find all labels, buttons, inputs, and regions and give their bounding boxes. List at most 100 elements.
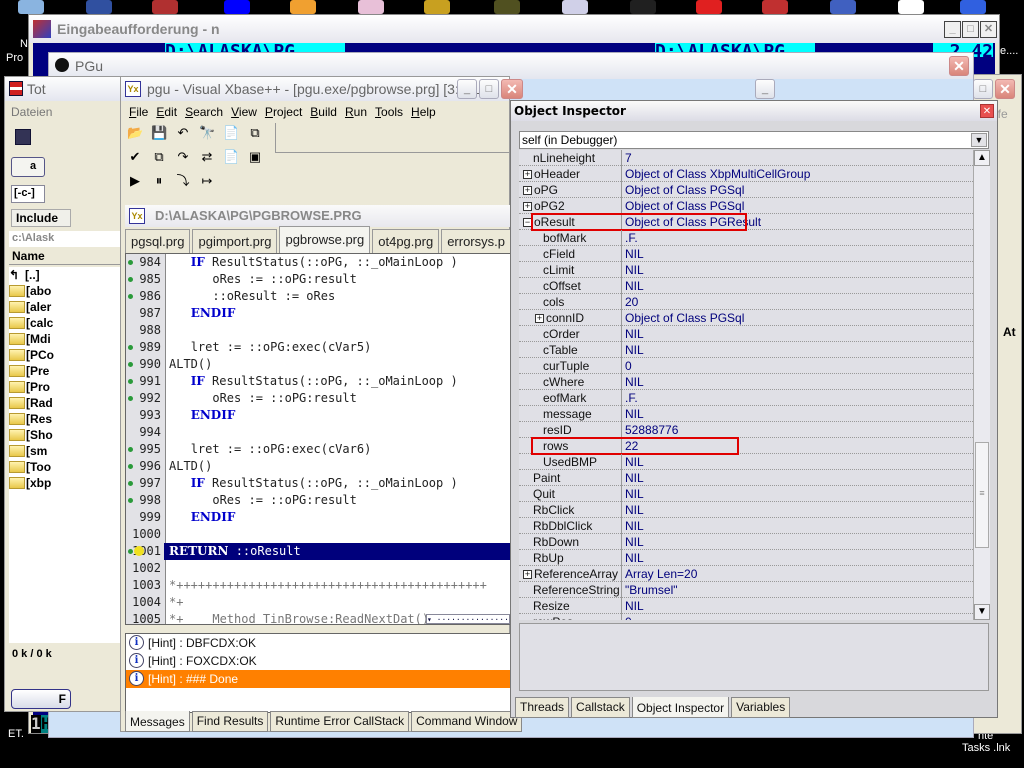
save-all-icon[interactable]: ⧉ [151, 149, 167, 165]
cmd-title-bar[interactable]: Eingabeaufforderung - n _ □ ✕ [29, 15, 999, 43]
breakpoint-marker-icon[interactable] [128, 260, 133, 265]
function-button[interactable]: F [11, 689, 71, 709]
menu-file[interactable]: File [129, 105, 148, 119]
pages-icon[interactable]: ⧉ [247, 125, 263, 141]
refresh-icon[interactable] [15, 129, 31, 145]
undo-icon[interactable]: ↶ [175, 125, 191, 141]
breakpoint-marker-icon[interactable] [128, 294, 133, 299]
tab-pgbrowse-prg[interactable]: pgbrowse.prg [279, 226, 371, 253]
step-over-icon[interactable]: ↦ [199, 173, 215, 189]
breakpoint-marker-icon[interactable] [128, 549, 133, 554]
property-row[interactable]: nLineheight 7 [519, 150, 973, 166]
breakpoint-marker-icon[interactable] [128, 498, 133, 503]
property-row[interactable]: cOrder NIL [519, 326, 973, 342]
property-row[interactable]: RbUp NIL [519, 550, 973, 566]
property-row[interactable]: + oPG2 Object of Class PGSql [519, 198, 973, 214]
code-line[interactable]: 1000 [126, 526, 510, 543]
close-button[interactable]: ✕ [949, 56, 969, 76]
expand-icon[interactable]: + [523, 170, 532, 180]
breakpoint-marker-icon[interactable] [128, 277, 133, 282]
close-button[interactable]: ✕ [980, 21, 997, 38]
expand-icon[interactable]: + [523, 202, 532, 212]
breakpoint-marker-icon[interactable] [128, 447, 133, 452]
code-line[interactable]: 984 IF ResultStatus(::oPG, ::_oMainLoop … [126, 254, 510, 271]
scroll-up-icon[interactable]: ▲ [974, 150, 990, 166]
code-line[interactable]: 997 IF ResultStatus(::oPG, ::_oMainLoop … [126, 475, 510, 492]
desktop-shortcut-icon[interactable] [290, 0, 316, 14]
desktop-shortcut-icon[interactable] [696, 0, 722, 14]
desktop-shortcut-icon[interactable] [152, 0, 178, 14]
breakpoint-marker-icon[interactable] [128, 379, 133, 384]
desktop-shortcut-icon[interactable] [830, 0, 856, 14]
property-row[interactable]: cLimit NIL [519, 262, 973, 278]
minimize-button[interactable]: _ [457, 79, 477, 99]
desktop-shortcut-icon[interactable] [358, 0, 384, 14]
desktop-shortcut-icon[interactable] [960, 0, 986, 14]
desktop-shortcut-icon[interactable] [898, 0, 924, 14]
message-row[interactable]: i [Hint] : DBFCDX:OK [126, 634, 510, 652]
maximize-button[interactable]: □ [962, 21, 979, 38]
run-icon[interactable]: ▶ [127, 173, 143, 189]
property-row[interactable]: Quit NIL [519, 486, 973, 502]
property-row[interactable]: curTuple 0 [519, 358, 973, 374]
breakpoint-marker-icon[interactable] [128, 464, 133, 469]
property-row[interactable]: cTable NIL [519, 342, 973, 358]
messages-panel[interactable]: i [Hint] : DBFCDX:OK i [Hint] : FOXCDX:OK i [… [125, 633, 511, 713]
code-line[interactable]: 998 oRes := ::oPG:result [126, 492, 510, 509]
include-tab[interactable]: Include [11, 209, 71, 227]
code-line[interactable]: 993 ENDIF [126, 407, 510, 424]
menu-dateien[interactable]: Dateien [11, 105, 52, 119]
close-button[interactable]: ✕ [980, 104, 994, 118]
code-line[interactable]: 991 IF ResultStatus(::oPG, ::_oMainLoop … [126, 373, 510, 390]
code-line[interactable]: 992 oRes := ::oPG:result [126, 390, 510, 407]
menu-search[interactable]: Search [185, 105, 223, 119]
property-row[interactable]: + connID Object of Class PGSql [519, 310, 973, 326]
desktop-shortcut-icon[interactable] [424, 0, 450, 14]
tab-ot4pg-prg[interactable]: ot4pg.prg [372, 229, 440, 253]
property-row[interactable]: Paint NIL [519, 470, 973, 486]
scroll-thumb[interactable]: ≡ [975, 442, 989, 548]
breakpoint-marker-icon[interactable] [128, 345, 133, 350]
code-line[interactable]: 986 ::oResult := oRes [126, 288, 510, 305]
tab-errorsys-p[interactable]: errorsys.p [441, 229, 511, 253]
scroll-down-icon[interactable]: ▼ [974, 604, 990, 620]
code-line[interactable]: 999 ENDIF [126, 509, 510, 526]
code-line[interactable]: 996 ALTD() [126, 458, 510, 475]
inspector-tab-variables[interactable]: Variables [731, 697, 791, 718]
minimize-button[interactable]: _ [755, 79, 775, 99]
bottom-tab-runtime-error-callstack[interactable]: Runtime Error CallStack [270, 711, 410, 732]
menu-help[interactable]: Help [411, 105, 436, 119]
document-title-bar[interactable]: Yx D:\ALASKA\PG\PGBROWSE.PRG [125, 205, 511, 227]
property-row[interactable]: resID 52888776 [519, 422, 973, 438]
property-row[interactable]: RbDblClick NIL [519, 518, 973, 534]
property-row[interactable]: cOffset NIL [519, 278, 973, 294]
remove-file-icon[interactable]: 📄 [223, 149, 239, 165]
bottom-tab-command-window[interactable]: Command Window [411, 711, 523, 732]
code-line[interactable]: 995 lret := ::oPG:exec(cVar6) [126, 441, 510, 458]
code-editor[interactable]: 984 IF ResultStatus(::oPG, ::_oMainLoop … [125, 253, 511, 625]
code-line[interactable]: 988 [126, 322, 510, 339]
breakpoint-marker-icon[interactable] [128, 396, 133, 401]
check-icon[interactable]: ✔ [127, 149, 143, 165]
property-row[interactable]: cWhere NIL [519, 374, 973, 390]
property-row[interactable]: message NIL [519, 406, 973, 422]
property-row[interactable]: + oHeader Object of Class XbpMultiCellGrou… [519, 166, 973, 182]
bottom-tab-find-results[interactable]: Find Results [191, 711, 269, 732]
maximize-button[interactable]: □ [973, 79, 993, 99]
code-line[interactable]: 985 oRes := ::oPG:result [126, 271, 510, 288]
close-button[interactable]: ✕ [995, 79, 1015, 99]
property-row[interactable]: RbClick NIL [519, 502, 973, 518]
window-icon[interactable]: ▣ [247, 149, 263, 165]
property-row[interactable]: Resize NIL [519, 598, 973, 614]
find-icon[interactable]: 🔭 [199, 125, 215, 141]
message-row[interactable]: i [Hint] : ### Done [126, 670, 510, 688]
inspector-tab-callstack[interactable]: Callstack [571, 697, 630, 718]
desktop-shortcut-icon[interactable] [86, 0, 112, 14]
redo-icon[interactable]: ↷ [175, 149, 191, 165]
open-folder-icon[interactable]: 📂 [127, 125, 143, 141]
current-line[interactable]: 1001 RETURN ::oResult [126, 543, 510, 560]
property-row[interactable]: eofMark .F. [519, 390, 973, 406]
property-row[interactable]: + oPG Object of Class PGSql [519, 182, 973, 198]
context-select[interactable]: self (in Debugger) ▼ [519, 131, 989, 149]
code-line[interactable]: 1004 *+ [126, 594, 510, 611]
